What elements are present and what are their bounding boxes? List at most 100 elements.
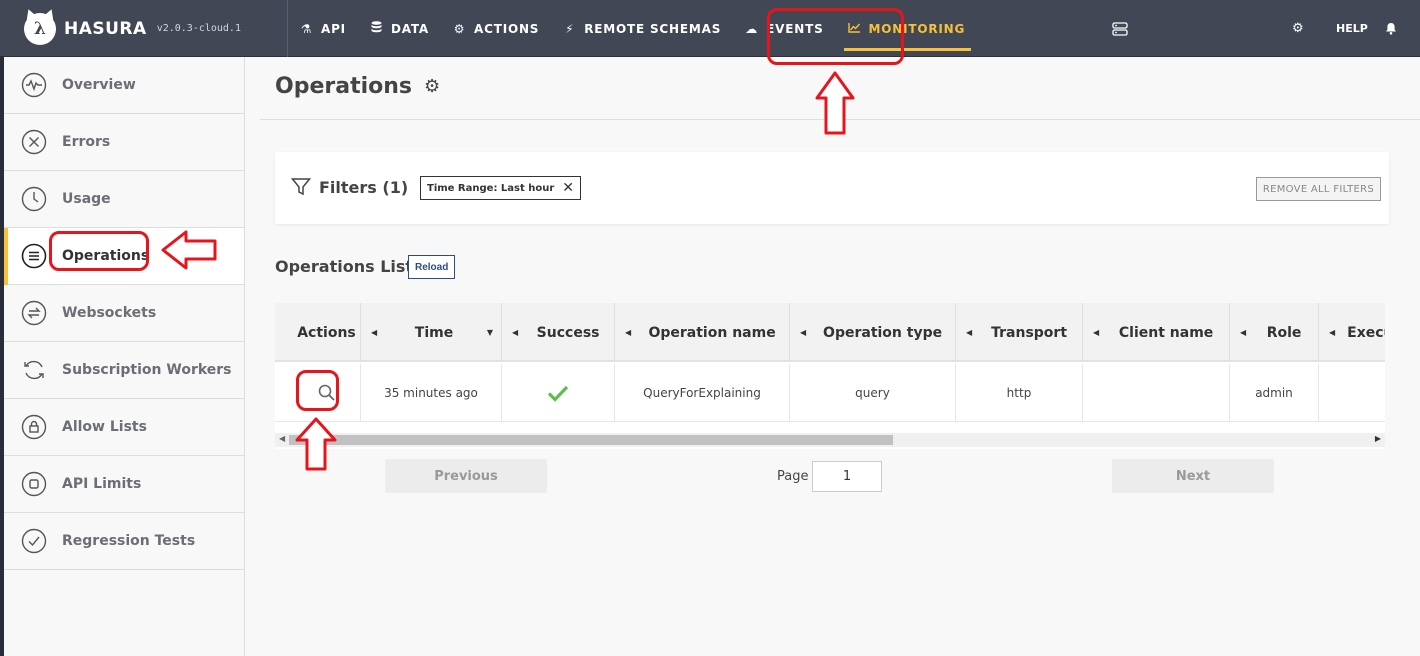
filter-chip-time-range: Time Range: Last hour ✕ — [420, 176, 582, 200]
help-link[interactable]: HELP — [1336, 0, 1368, 57]
table-header: Actions ◀ Time ▼ ◀ Success ◀ Operation n… — [275, 303, 1385, 362]
sidebar-item-label: Regression Tests — [62, 533, 196, 549]
resize-caret-icon[interactable]: ◀ — [1093, 328, 1099, 337]
nav-tab-remote-schemas[interactable]: ⚡ REMOTE SCHEMAS — [563, 0, 721, 57]
column-header-label: Time — [414, 324, 454, 341]
page-label: Page — [777, 469, 809, 484]
column-header-label: Transport — [991, 324, 1068, 341]
resize-caret-icon[interactable]: ◀ — [966, 328, 972, 337]
annotation-highlight-search — [296, 370, 339, 411]
sort-caret-down-icon[interactable]: ▼ — [487, 328, 493, 337]
filter-chip-label: Time Range: Last hour — [427, 182, 555, 194]
column-header-label: Operation type — [823, 324, 943, 341]
sidebar-item-overview[interactable]: Overview — [4, 57, 244, 114]
next-page-button[interactable]: Next — [1112, 459, 1274, 493]
resize-caret-icon[interactable]: ◀ — [1329, 328, 1335, 337]
nav-tab-data[interactable]: DATA — [370, 0, 429, 57]
filter-funnel-icon — [291, 178, 311, 196]
plug-icon: ⚡ — [565, 21, 575, 36]
operations-list-title: Operations List — [275, 257, 414, 276]
sidebar-item-label: Websockets — [62, 305, 157, 321]
resize-caret-icon[interactable]: ◀ — [625, 328, 631, 337]
filters-panel: Filters (1) Time Range: Last hour ✕ REMO… — [275, 152, 1389, 224]
sidebar-item-label: Allow Lists — [62, 419, 147, 435]
server-icon-button[interactable] — [1112, 0, 1128, 57]
square-circle-icon — [20, 470, 48, 498]
cell-execution — [1319, 364, 1385, 422]
pulse-icon — [20, 71, 48, 99]
column-header-label: Actions — [297, 324, 356, 341]
sidebar-item-errors[interactable]: Errors — [4, 114, 244, 171]
resize-caret-icon[interactable]: ◀ — [1240, 328, 1246, 337]
column-header-operation-type[interactable]: ◀ Operation type — [790, 303, 956, 362]
scrollbar-thumb[interactable] — [289, 435, 893, 445]
operations-table: Actions ◀ Time ▼ ◀ Success ◀ Operation n… — [275, 303, 1385, 449]
nav-tab-label: REMOTE SCHEMAS — [584, 21, 722, 36]
brand-name: HASURA — [64, 18, 147, 39]
cell-client-name — [1083, 364, 1230, 422]
nav-tab-actions[interactable]: ⚙ ACTIONS — [453, 0, 539, 57]
cell-operation-name: QueryForExplaining — [615, 364, 790, 422]
sidebar-item-subscription-workers[interactable]: Subscription Workers — [4, 342, 244, 399]
cloud-icon: ☁ — [745, 21, 759, 36]
table-row: 35 minutes ago QueryForExplaining query … — [275, 364, 1385, 422]
sidebar-item-allow-lists[interactable]: Allow Lists — [4, 399, 244, 456]
column-header-actions: Actions — [275, 303, 361, 362]
sidebar-item-regression-tests[interactable]: Regression Tests — [4, 513, 244, 570]
column-header-success[interactable]: ◀ Success — [502, 303, 615, 362]
column-header-execution[interactable]: ◀ Execu — [1319, 303, 1385, 362]
column-header-label: Success — [536, 324, 600, 341]
server-icon — [1112, 21, 1128, 36]
annotation-arrow-left-icon — [161, 230, 217, 270]
page-number-input[interactable] — [812, 461, 882, 492]
brand[interactable]: λ HASURA v2.0.3-cloud.1 — [0, 0, 288, 57]
clock-icon — [20, 185, 48, 213]
database-icon — [370, 21, 383, 36]
column-header-transport[interactable]: ◀ Transport — [956, 303, 1083, 362]
list-circle-icon — [20, 242, 48, 270]
horizontal-scrollbar[interactable]: ◀ ▶ — [275, 433, 1385, 447]
settings-gear-icon[interactable]: ⚙ — [424, 76, 440, 97]
page-title: Operations ⚙ — [275, 74, 440, 99]
column-header-time[interactable]: ◀ Time ▼ — [361, 303, 502, 362]
settings-gear-icon[interactable]: ⚙ — [1292, 0, 1304, 57]
resize-caret-icon[interactable]: ◀ — [800, 328, 806, 337]
brand-version: v2.0.3-cloud.1 — [156, 23, 241, 34]
annotation-highlight-operations — [49, 231, 149, 271]
sidebar-item-label: API Limits — [62, 476, 142, 492]
cell-role: admin — [1230, 364, 1319, 422]
annotation-arrow-up-icon — [815, 71, 855, 135]
column-header-role[interactable]: ◀ Role — [1230, 303, 1319, 362]
column-header-label: Operation name — [648, 324, 776, 341]
column-header-client-name[interactable]: ◀ Client name — [1083, 303, 1230, 362]
scroll-left-icon[interactable]: ◀ — [279, 434, 285, 443]
sidebar-item-label: Errors — [62, 134, 111, 150]
column-header-operation-name[interactable]: ◀ Operation name — [615, 303, 790, 362]
sidebar-item-label: Overview — [62, 77, 136, 93]
reload-button[interactable]: Reload — [408, 255, 456, 279]
nav-tab-api[interactable]: ⚗ API — [300, 0, 346, 57]
top-navbar: λ HASURA v2.0.3-cloud.1 ⚗ API DATA ⚙ ACT… — [0, 0, 1420, 57]
sidebar-item-websockets[interactable]: Websockets — [4, 285, 244, 342]
flask-icon: ⚗ — [300, 21, 313, 36]
filters-title[interactable]: Filters (1) — [291, 177, 408, 197]
sidebar-item-label: Subscription Workers — [62, 362, 232, 378]
resize-caret-icon[interactable]: ◀ — [512, 328, 518, 337]
monitoring-sidebar: Overview Errors Usage Operations Websock… — [0, 57, 245, 656]
remove-all-filters-button[interactable]: REMOVE ALL FILTERS — [1255, 177, 1381, 201]
column-header-label: Execu — [1347, 324, 1385, 341]
refresh-icon — [20, 356, 48, 384]
hasura-logo-icon: λ — [24, 12, 56, 45]
check-circle-icon — [20, 527, 48, 555]
resize-caret-icon[interactable]: ◀ — [371, 328, 377, 337]
notifications-bell-button[interactable] — [1385, 0, 1397, 57]
close-icon[interactable]: ✕ — [562, 180, 574, 196]
filters-title-text: Filters (1) — [319, 177, 409, 197]
sidebar-item-usage[interactable]: Usage — [4, 171, 244, 228]
scroll-right-icon[interactable]: ▶ — [1375, 434, 1381, 443]
sidebar-item-api-limits[interactable]: API Limits — [4, 456, 244, 513]
previous-page-button[interactable]: Previous — [385, 459, 547, 493]
x-circle-icon — [20, 128, 48, 156]
column-header-label: Role — [1266, 324, 1302, 341]
gears-icon: ⚙ — [453, 21, 466, 36]
